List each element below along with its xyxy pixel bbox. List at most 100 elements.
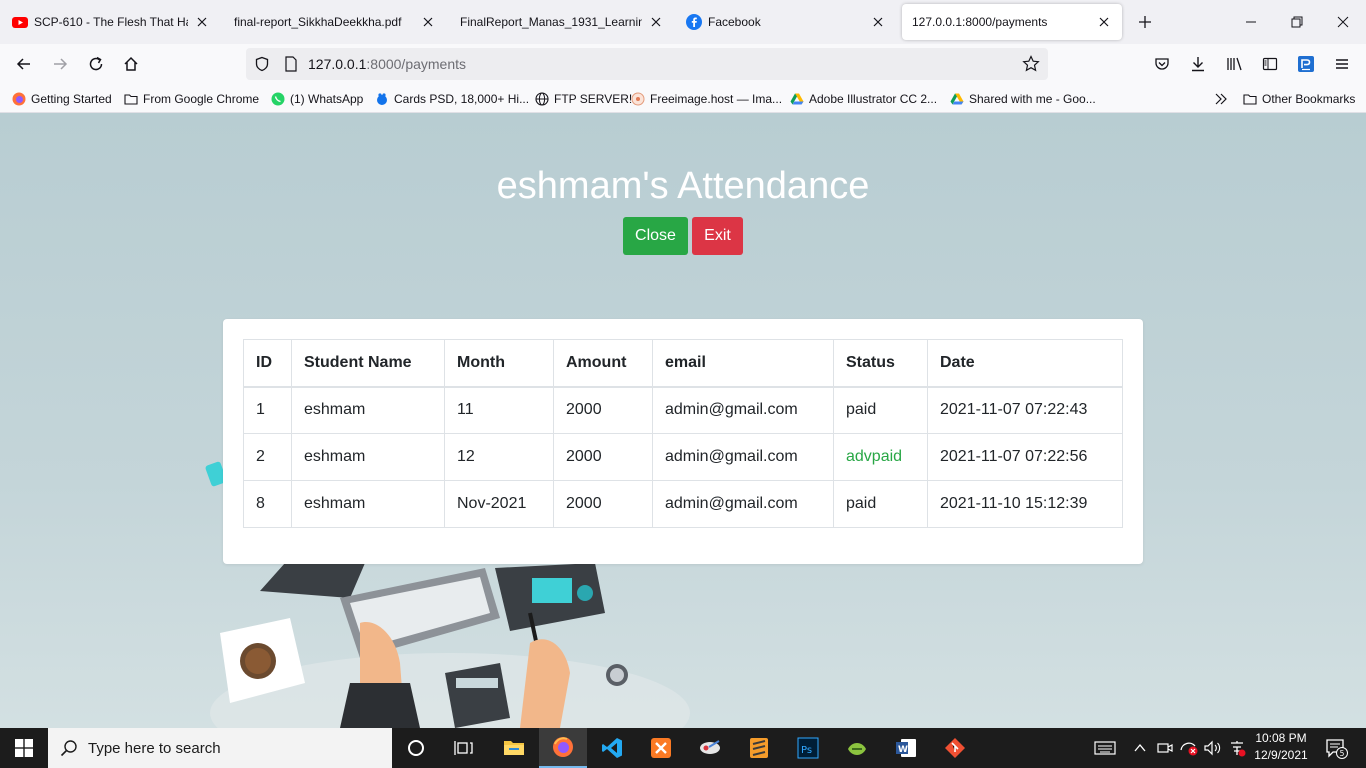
keyboard-icon bbox=[1094, 741, 1116, 755]
bookmark-label: (1) WhatsApp bbox=[290, 92, 364, 106]
navigation-toolbar: 127.0.0.1:8000/payments bbox=[0, 44, 1366, 84]
tab-scp-610[interactable]: SCP-610 - The Flesh That Hates bbox=[2, 4, 220, 40]
page-icon[interactable] bbox=[284, 56, 298, 72]
whatsapp-icon bbox=[271, 92, 285, 106]
close-button[interactable]: Close bbox=[623, 217, 688, 255]
close-tab-icon[interactable] bbox=[420, 14, 436, 30]
cell-student-name: eshmam bbox=[291, 386, 445, 434]
tab-final-report-manas[interactable]: FinalReport_Manas_1931_Learning_T bbox=[450, 4, 674, 40]
menu-button[interactable] bbox=[1328, 50, 1356, 78]
extension-button[interactable] bbox=[1292, 50, 1320, 78]
column-header-email: email bbox=[652, 339, 834, 388]
bookmarks-overflow-button[interactable] bbox=[1214, 90, 1228, 108]
close-window-button[interactable] bbox=[1320, 0, 1366, 44]
firefox-icon bbox=[12, 92, 26, 106]
url-text[interactable]: 127.0.0.1:8000/payments bbox=[308, 56, 466, 72]
taskbar-search-box[interactable]: Type here to search bbox=[48, 728, 392, 768]
google-drive-icon bbox=[790, 93, 804, 105]
bookmark-label: Freeimage.host — Ima... bbox=[650, 92, 783, 106]
camera-icon bbox=[1157, 743, 1173, 753]
home-button[interactable] bbox=[117, 50, 145, 78]
column-header-id: ID bbox=[243, 339, 292, 388]
extension-icon bbox=[1298, 56, 1314, 72]
taskbar-notepad-plus-plus[interactable] bbox=[833, 728, 881, 768]
snipping-tool-icon bbox=[700, 740, 720, 754]
bookmark-freeimage-host[interactable]: Freeimage.host — Ima... bbox=[631, 90, 782, 108]
cell-email: admin@gmail.com bbox=[652, 386, 834, 434]
taskbar-git[interactable] bbox=[931, 728, 979, 768]
bookmark-folder-google-chrome[interactable]: From Google Chrome bbox=[124, 90, 259, 108]
cell-date: 2021-11-10 15:12:39 bbox=[927, 480, 1123, 528]
close-tab-icon[interactable] bbox=[870, 14, 886, 30]
tray-meet-now[interactable] bbox=[1155, 728, 1175, 768]
reload-button[interactable] bbox=[82, 50, 110, 78]
tray-network[interactable] bbox=[1178, 728, 1200, 768]
cell-amount: 2000 bbox=[553, 480, 653, 528]
tray-show-hidden-icons[interactable] bbox=[1130, 728, 1150, 768]
tray-language[interactable] bbox=[1226, 728, 1248, 768]
tray-keyboard[interactable] bbox=[1090, 728, 1120, 768]
taskbar-clock[interactable]: 10:08 PM 12/9/2021 bbox=[1248, 730, 1314, 764]
pocket-button[interactable] bbox=[1148, 50, 1176, 78]
tray-volume[interactable] bbox=[1202, 728, 1224, 768]
url-path: :8000/payments bbox=[366, 56, 467, 72]
volume-icon bbox=[1204, 740, 1221, 756]
vscode-icon bbox=[602, 738, 622, 758]
new-tab-button[interactable] bbox=[1133, 8, 1157, 36]
bookmark-cards-psd[interactable]: Cards PSD, 18,000+ Hi... bbox=[375, 90, 529, 108]
sidebar-button[interactable] bbox=[1256, 50, 1284, 78]
url-host: 127.0.0.1 bbox=[308, 56, 367, 72]
taskbar-xampp[interactable] bbox=[637, 728, 685, 768]
action-center-button[interactable]: 5 bbox=[1320, 728, 1354, 768]
close-tab-icon[interactable] bbox=[1096, 14, 1112, 30]
bookmark-shared-with-me[interactable]: Shared with me - Goo... bbox=[950, 90, 1096, 108]
forward-button[interactable] bbox=[46, 50, 74, 78]
close-tab-icon[interactable] bbox=[194, 14, 210, 30]
star-icon[interactable] bbox=[1022, 55, 1040, 73]
svg-text:Ps: Ps bbox=[801, 745, 812, 756]
cell-status: advpaid bbox=[833, 433, 928, 481]
taskbar-vscode[interactable] bbox=[588, 728, 636, 768]
exit-button[interactable]: Exit bbox=[692, 217, 743, 255]
bookmark-whatsapp[interactable]: (1) WhatsApp bbox=[271, 90, 363, 108]
bookmark-label: Adobe Illustrator CC 2... bbox=[809, 92, 938, 106]
tab-final-report-pdf[interactable]: final-report_SikkhaDeekkha.pdf bbox=[224, 4, 446, 40]
back-button[interactable] bbox=[10, 50, 38, 78]
library-button[interactable] bbox=[1221, 50, 1249, 78]
restore-button[interactable] bbox=[1274, 0, 1320, 44]
cell-month: 11 bbox=[444, 386, 554, 434]
tab-title: Facebook bbox=[708, 15, 761, 29]
bookmark-label: From Google Chrome bbox=[143, 92, 260, 106]
task-view-button[interactable] bbox=[440, 728, 488, 768]
taskbar-photoshop[interactable]: Ps bbox=[784, 728, 832, 768]
taskbar-file-explorer[interactable] bbox=[490, 728, 538, 768]
task-view-icon bbox=[454, 741, 473, 755]
taskbar-snipping-tool[interactable] bbox=[686, 728, 734, 768]
bookmarks-toolbar: Getting Started From Google Chrome (1) W… bbox=[0, 84, 1366, 113]
bookmark-getting-started[interactable]: Getting Started bbox=[12, 90, 112, 108]
cell-date: 2021-11-07 07:22:56 bbox=[927, 433, 1123, 481]
table-row: 2 eshmam 12 2000 admin@gmail.com advpaid… bbox=[243, 433, 1123, 481]
tab-facebook[interactable]: Facebook bbox=[676, 4, 896, 40]
search-placeholder: Type here to search bbox=[88, 739, 221, 757]
tab-title: SCP-610 - The Flesh That Hates bbox=[34, 15, 188, 29]
taskbar-word[interactable]: W bbox=[882, 728, 930, 768]
close-tab-icon[interactable] bbox=[648, 14, 664, 30]
facebook-icon bbox=[686, 14, 702, 30]
cell-amount: 2000 bbox=[553, 433, 653, 481]
taskbar-firefox[interactable] bbox=[539, 728, 587, 768]
shield-icon[interactable] bbox=[254, 56, 270, 72]
tab-payments[interactable]: 127.0.0.1:8000/payments bbox=[902, 4, 1122, 40]
bookmark-adobe-illustrator[interactable]: Adobe Illustrator CC 2... bbox=[790, 90, 937, 108]
google-drive-icon bbox=[950, 93, 964, 105]
column-header-date: Date bbox=[927, 339, 1123, 388]
minimize-button[interactable] bbox=[1228, 0, 1274, 44]
cell-student-name: eshmam bbox=[291, 433, 445, 481]
bookmark-other-bookmarks[interactable]: Other Bookmarks bbox=[1243, 90, 1355, 108]
start-button[interactable] bbox=[0, 728, 48, 768]
taskbar-sublime-text[interactable] bbox=[735, 728, 783, 768]
downloads-button[interactable] bbox=[1184, 50, 1212, 78]
address-bar[interactable]: 127.0.0.1:8000/payments bbox=[246, 48, 1048, 80]
cortana-button[interactable] bbox=[392, 728, 440, 768]
bookmark-ftp-server[interactable]: FTP SERVER! bbox=[535, 90, 632, 108]
